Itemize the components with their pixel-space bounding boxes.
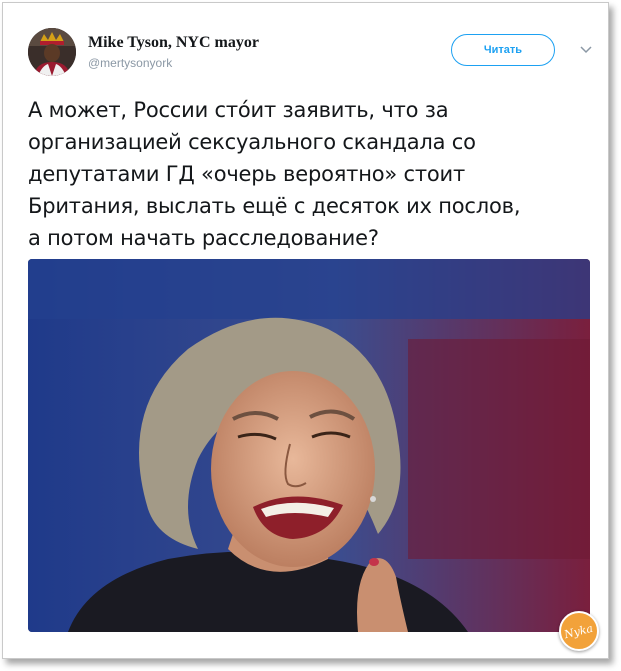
- tweet-photo[interactable]: [28, 259, 590, 632]
- follow-button[interactable]: Читать: [451, 34, 555, 66]
- author-name[interactable]: Mike Tyson, NYC mayor: [88, 34, 259, 52]
- author-handle[interactable]: @mertysonyork: [88, 56, 172, 70]
- avatar[interactable]: [28, 28, 76, 76]
- chevron-down-icon[interactable]: [576, 40, 596, 60]
- watermark-logo: Nyka: [559, 611, 599, 651]
- tweet-header: Mike Tyson, NYC mayor @mertysonyork Чита…: [28, 26, 598, 78]
- watermark-text: Nyka: [563, 621, 595, 641]
- tweet-card: Mike Tyson, NYC mayor @mertysonyork Чита…: [2, 2, 609, 659]
- tweet-text: А может, России стóит заявить, что за ор…: [28, 98, 521, 250]
